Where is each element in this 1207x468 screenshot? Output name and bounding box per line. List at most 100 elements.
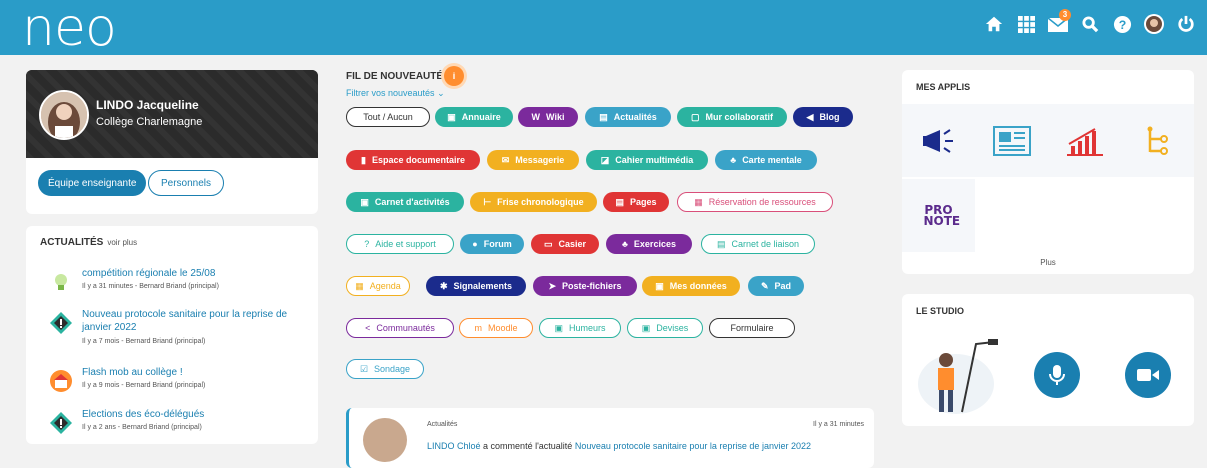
chip-label: Messagerie xyxy=(515,155,565,165)
feed-filter-toggle[interactable]: Filtrer vos nouveautés ⌄ xyxy=(346,88,445,99)
filter-chip-moodle[interactable]: m Moodle xyxy=(459,318,533,338)
chip-label: Aide et support xyxy=(375,239,436,249)
news-item-meta: Il y a 9 mois - Bernard Briand (principa… xyxy=(82,382,206,389)
news-item-title[interactable]: Elections des éco-délégués xyxy=(82,408,302,421)
filter-chip-wiki[interactable]: W Wiki xyxy=(518,107,578,127)
svg-text:?: ? xyxy=(1118,17,1126,31)
filter-chip-casier[interactable]: ▭ Casier xyxy=(531,234,599,254)
feed-info-badge[interactable]: i xyxy=(444,66,464,86)
home-icon[interactable] xyxy=(983,13,1005,35)
news-item-title[interactable]: compétition régionale le 25/08 xyxy=(82,267,302,280)
filter-chip-carnet-de-liaison[interactable]: ▤ Carnet de liaison xyxy=(701,234,815,254)
apps-grid-icon[interactable] xyxy=(1015,13,1037,35)
feed-title: FIL DE NOUVEAUTÉS xyxy=(346,71,450,82)
filter-chip-sondage[interactable]: ☑ Sondage xyxy=(346,359,424,379)
news-item-title[interactable]: Flash mob au collège ! xyxy=(82,366,302,379)
search-icon[interactable] xyxy=(1079,13,1101,35)
chip-icon: W xyxy=(531,112,541,122)
news-item-meta: Il y a 2 ans - Bernard Briand (principal… xyxy=(82,424,202,431)
news-item-meta: Il y a 7 mois - Bernard Briand (principa… xyxy=(82,338,206,345)
chip-label: Réservation de ressources xyxy=(708,197,816,207)
mail-icon[interactable]: 3 xyxy=(1047,9,1071,35)
filter-chip-mes-donn-es[interactable]: ▣ Mes données xyxy=(642,276,740,296)
filter-chip-carnet-d-activit-s[interactable]: ▣ Carnet d'activités xyxy=(346,192,464,212)
filter-chip-agenda[interactable]: ▦ Agenda xyxy=(346,276,410,296)
feed-post[interactable]: Actualités Il y a 31 minutes LINDO Chloé… xyxy=(346,408,874,468)
megaphone-icon[interactable] xyxy=(902,104,975,177)
filter-chip-tout-aucun[interactable]: Tout / Aucun xyxy=(346,107,430,127)
filter-chip-mur-collaboratif[interactable]: ▢ Mur collaboratif xyxy=(677,107,787,127)
chip-label: Tout / Aucun xyxy=(363,112,413,122)
top-icons: 3 ? xyxy=(983,9,1197,35)
filter-chip-formulaire[interactable]: Formulaire xyxy=(709,318,795,338)
chip-icon: ✉ xyxy=(501,154,510,165)
apps-widget: MES APPLIS PRO NOTE Plus xyxy=(902,70,1194,274)
chip-label: Poste-fichiers xyxy=(562,281,622,291)
filter-chip-devises[interactable]: ▣ Devises xyxy=(627,318,703,338)
filter-chip-signalements[interactable]: ✱ Signalements xyxy=(426,276,526,296)
chip-label: Signalements xyxy=(453,281,513,291)
profile-name: LINDO Jacqueline xyxy=(96,98,199,112)
feed-filter-label: Filtrer vos nouveautés xyxy=(346,88,435,98)
microphone-button[interactable] xyxy=(1034,352,1080,398)
help-icon[interactable]: ? xyxy=(1111,13,1133,35)
chip-icon: ♣ xyxy=(730,155,737,165)
chip-icon: ▣ xyxy=(447,111,456,122)
chevron-down-icon: ⌄ xyxy=(437,88,445,98)
apps-title: MES APPLIS xyxy=(916,82,971,92)
profile-avatar[interactable] xyxy=(39,90,89,140)
filter-chip-aide-et-support[interactable]: ? Aide et support xyxy=(346,234,454,254)
user-avatar[interactable] xyxy=(1143,13,1165,35)
filter-chip-communaut-s[interactable]: < Communautés xyxy=(346,318,454,338)
chip-label: Frise chronologique xyxy=(497,197,584,207)
news-icon[interactable] xyxy=(975,104,1048,177)
video-button[interactable] xyxy=(1125,352,1171,398)
warning-diamond-icon xyxy=(50,312,72,334)
news-title: ACTUALITÉS xyxy=(40,237,104,248)
news-widget: ACTUALITÉS voir plus compétition régional… xyxy=(26,226,318,444)
see-more-link[interactable]: voir plus xyxy=(107,238,137,247)
timeline-icon[interactable] xyxy=(1121,104,1194,177)
news-item-meta: Il y a 31 minutes - Bernard Briand (prin… xyxy=(82,283,219,290)
filter-chip-blog[interactable]: ◀ Blog xyxy=(793,107,853,127)
filter-chip-frise-chronologique[interactable]: ⊢ Frise chronologique xyxy=(470,192,597,212)
chip-label: Blog xyxy=(819,112,840,122)
chip-icon: ♣ xyxy=(622,239,628,249)
filter-chip-pad[interactable]: ✎ Pad xyxy=(748,276,804,296)
team-button[interactable]: Équipe enseignante xyxy=(38,170,147,196)
chip-label: Pages xyxy=(629,197,657,207)
filter-chip-actualit-s[interactable]: ▤ Actualités xyxy=(585,107,671,127)
post-link[interactable]: Nouveau protocole sanitaire pour la repr… xyxy=(575,441,811,451)
filter-chip-messagerie[interactable]: ✉ Messagerie xyxy=(487,150,579,170)
filter-chip-cahier-multim-dia[interactable]: ◪ Cahier multimédia xyxy=(586,150,708,170)
post-action: a commenté l'actualité xyxy=(483,441,573,451)
filter-chip-annuaire[interactable]: ▣ Annuaire xyxy=(435,107,513,127)
chip-icon: ▣ xyxy=(554,322,563,333)
neo-logo[interactable]: neo xyxy=(22,2,117,54)
chip-label: Wiki xyxy=(546,112,565,122)
filter-chip-humeurs[interactable]: ▣ Humeurs xyxy=(539,318,621,338)
filter-chip-espace-documentaire[interactable]: ▮ Espace documentaire xyxy=(346,150,480,170)
filter-chip-forum[interactable]: ● Forum xyxy=(460,234,524,254)
post-time: Il y a 31 minutes xyxy=(813,421,864,428)
chip-icon: < xyxy=(365,323,371,333)
pronote-logo[interactable]: PRO NOTE xyxy=(902,179,975,252)
filter-chip-poste-fichiers[interactable]: ➤ Poste-fichiers xyxy=(533,276,637,296)
chip-label: Carnet de liaison xyxy=(731,239,800,249)
post-text: LINDO Chloé a commenté l'actualité Nouve… xyxy=(427,441,811,451)
post-avatar[interactable] xyxy=(363,418,407,462)
chart-icon[interactable] xyxy=(1048,104,1121,177)
power-icon[interactable] xyxy=(1175,13,1197,35)
apps-more-link[interactable]: Plus xyxy=(902,258,1194,267)
profile-school: Collège Charlemagne xyxy=(96,116,203,128)
staff-button[interactable]: Personnels xyxy=(148,170,225,196)
filter-chip-pages[interactable]: ▤ Pages xyxy=(603,192,669,212)
filter-chip-r-servation-de-ressources[interactable]: ▦ Réservation de ressources xyxy=(677,192,833,212)
chip-icon: ▣ xyxy=(360,196,369,207)
filter-chip-exercices[interactable]: ♣ Exercices xyxy=(606,234,692,254)
filter-chip-carte-mentale[interactable]: ♣ Carte mentale xyxy=(715,150,817,170)
chip-label: Devises xyxy=(656,323,689,333)
news-item-title[interactable]: Nouveau protocole sanitaire pour la repr… xyxy=(82,308,302,334)
lightbulb-icon xyxy=(50,271,72,293)
post-author[interactable]: LINDO Chloé xyxy=(427,441,481,451)
